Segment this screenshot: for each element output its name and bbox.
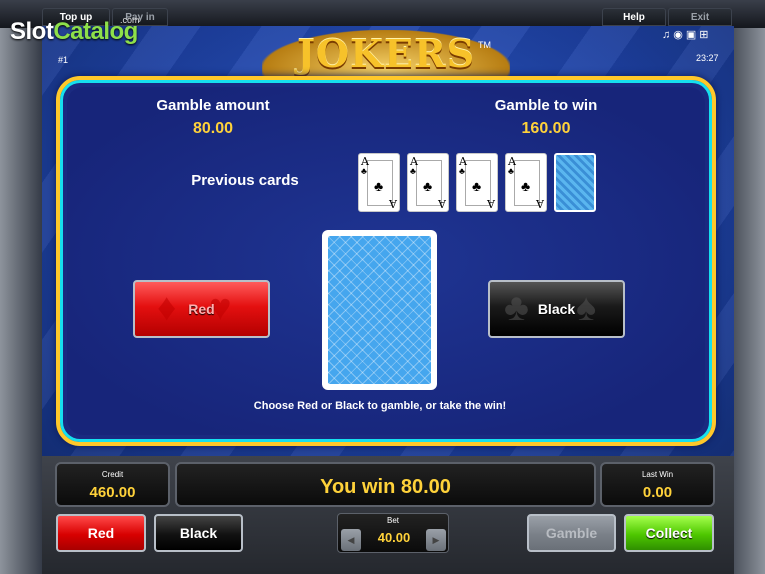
club-icon: ♣	[423, 178, 433, 194]
gamble-to-win-label: Gamble to win	[494, 97, 598, 114]
club-icon: ♣	[374, 178, 384, 194]
last-win-label: Last Win	[641, 470, 674, 479]
sound-icon[interactable]: ◉	[673, 29, 686, 41]
bet-decrease-button[interactable]: ◀	[341, 529, 361, 551]
credit-display: Credit 460.00	[55, 462, 170, 507]
bet-control: Bet ◀ 40.00 ▶	[337, 513, 449, 553]
jokers-logo: JOKERS	[262, 30, 510, 78]
previous-card-3: A ♣ ♣ A	[456, 153, 498, 212]
previous-card-1: A ♣ ♣ A	[358, 153, 400, 212]
system-icons: ♫◉▣⊞	[662, 28, 711, 41]
gamble-amount-value: 80.00	[192, 120, 234, 137]
club-icon: ♣	[521, 178, 531, 194]
gamble-red-button[interactable]: ♦ ♥ Red	[133, 280, 270, 338]
gamble-black-button[interactable]: ♣ ♠ Black	[488, 280, 625, 338]
help-tab[interactable]: Help	[602, 8, 666, 26]
previous-card-2: A ♣ ♣ A	[407, 153, 449, 212]
win-message: You win 80.00	[320, 476, 451, 498]
brand-domain: .com	[120, 15, 140, 25]
grid-icon[interactable]: ⊞	[699, 29, 711, 41]
previous-card-back	[554, 153, 596, 212]
gamble-to-win-value: 160.00	[521, 120, 571, 137]
diamond-icon: ♦	[157, 287, 177, 329]
club-icon: ♣	[504, 287, 529, 329]
triangle-right-icon: ▶	[432, 535, 440, 545]
black-button[interactable]: Black	[154, 514, 243, 552]
gamble-hint: Choose Red or Black to gamble, or take t…	[253, 400, 507, 412]
exit-tab[interactable]: Exit	[668, 8, 732, 26]
brand-slot: Slot	[10, 18, 54, 45]
bet-label: Bet	[386, 516, 399, 525]
collect-button[interactable]: Collect	[624, 514, 714, 552]
face-down-card	[322, 230, 437, 390]
red-button[interactable]: Red	[56, 514, 146, 552]
last-win-value: 0.00	[642, 484, 673, 501]
last-win-display: Last Win 0.00	[600, 462, 715, 507]
slot-machine-stage: Top up Pay in Help Exit SlotCatalog .com…	[0, 0, 765, 574]
credit-value: 460.00	[89, 484, 136, 501]
club-icon: ♣	[472, 178, 482, 194]
trademark: TM	[478, 40, 491, 50]
gamble-button[interactable]: Gamble	[527, 514, 616, 552]
credit-label: Credit	[101, 470, 124, 479]
bet-value: 40.00	[377, 530, 411, 545]
bet-increase-button[interactable]: ▶	[426, 529, 446, 551]
win-display: You win 80.00	[175, 462, 596, 507]
gamble-amount-label: Gamble amount	[156, 97, 270, 114]
music-icon[interactable]: ♫	[662, 29, 673, 41]
brand-watermark: SlotCatalog	[10, 18, 138, 46]
previous-cards-label: Previous cards	[191, 172, 299, 189]
clock: 23:27	[696, 53, 719, 63]
spade-icon: ♠	[576, 287, 597, 329]
screen-icon[interactable]: ▣	[686, 29, 699, 41]
previous-card-4: A ♣ ♣ A	[505, 153, 547, 212]
machine-number: #1	[58, 55, 69, 65]
triangle-left-icon: ◀	[347, 535, 355, 545]
